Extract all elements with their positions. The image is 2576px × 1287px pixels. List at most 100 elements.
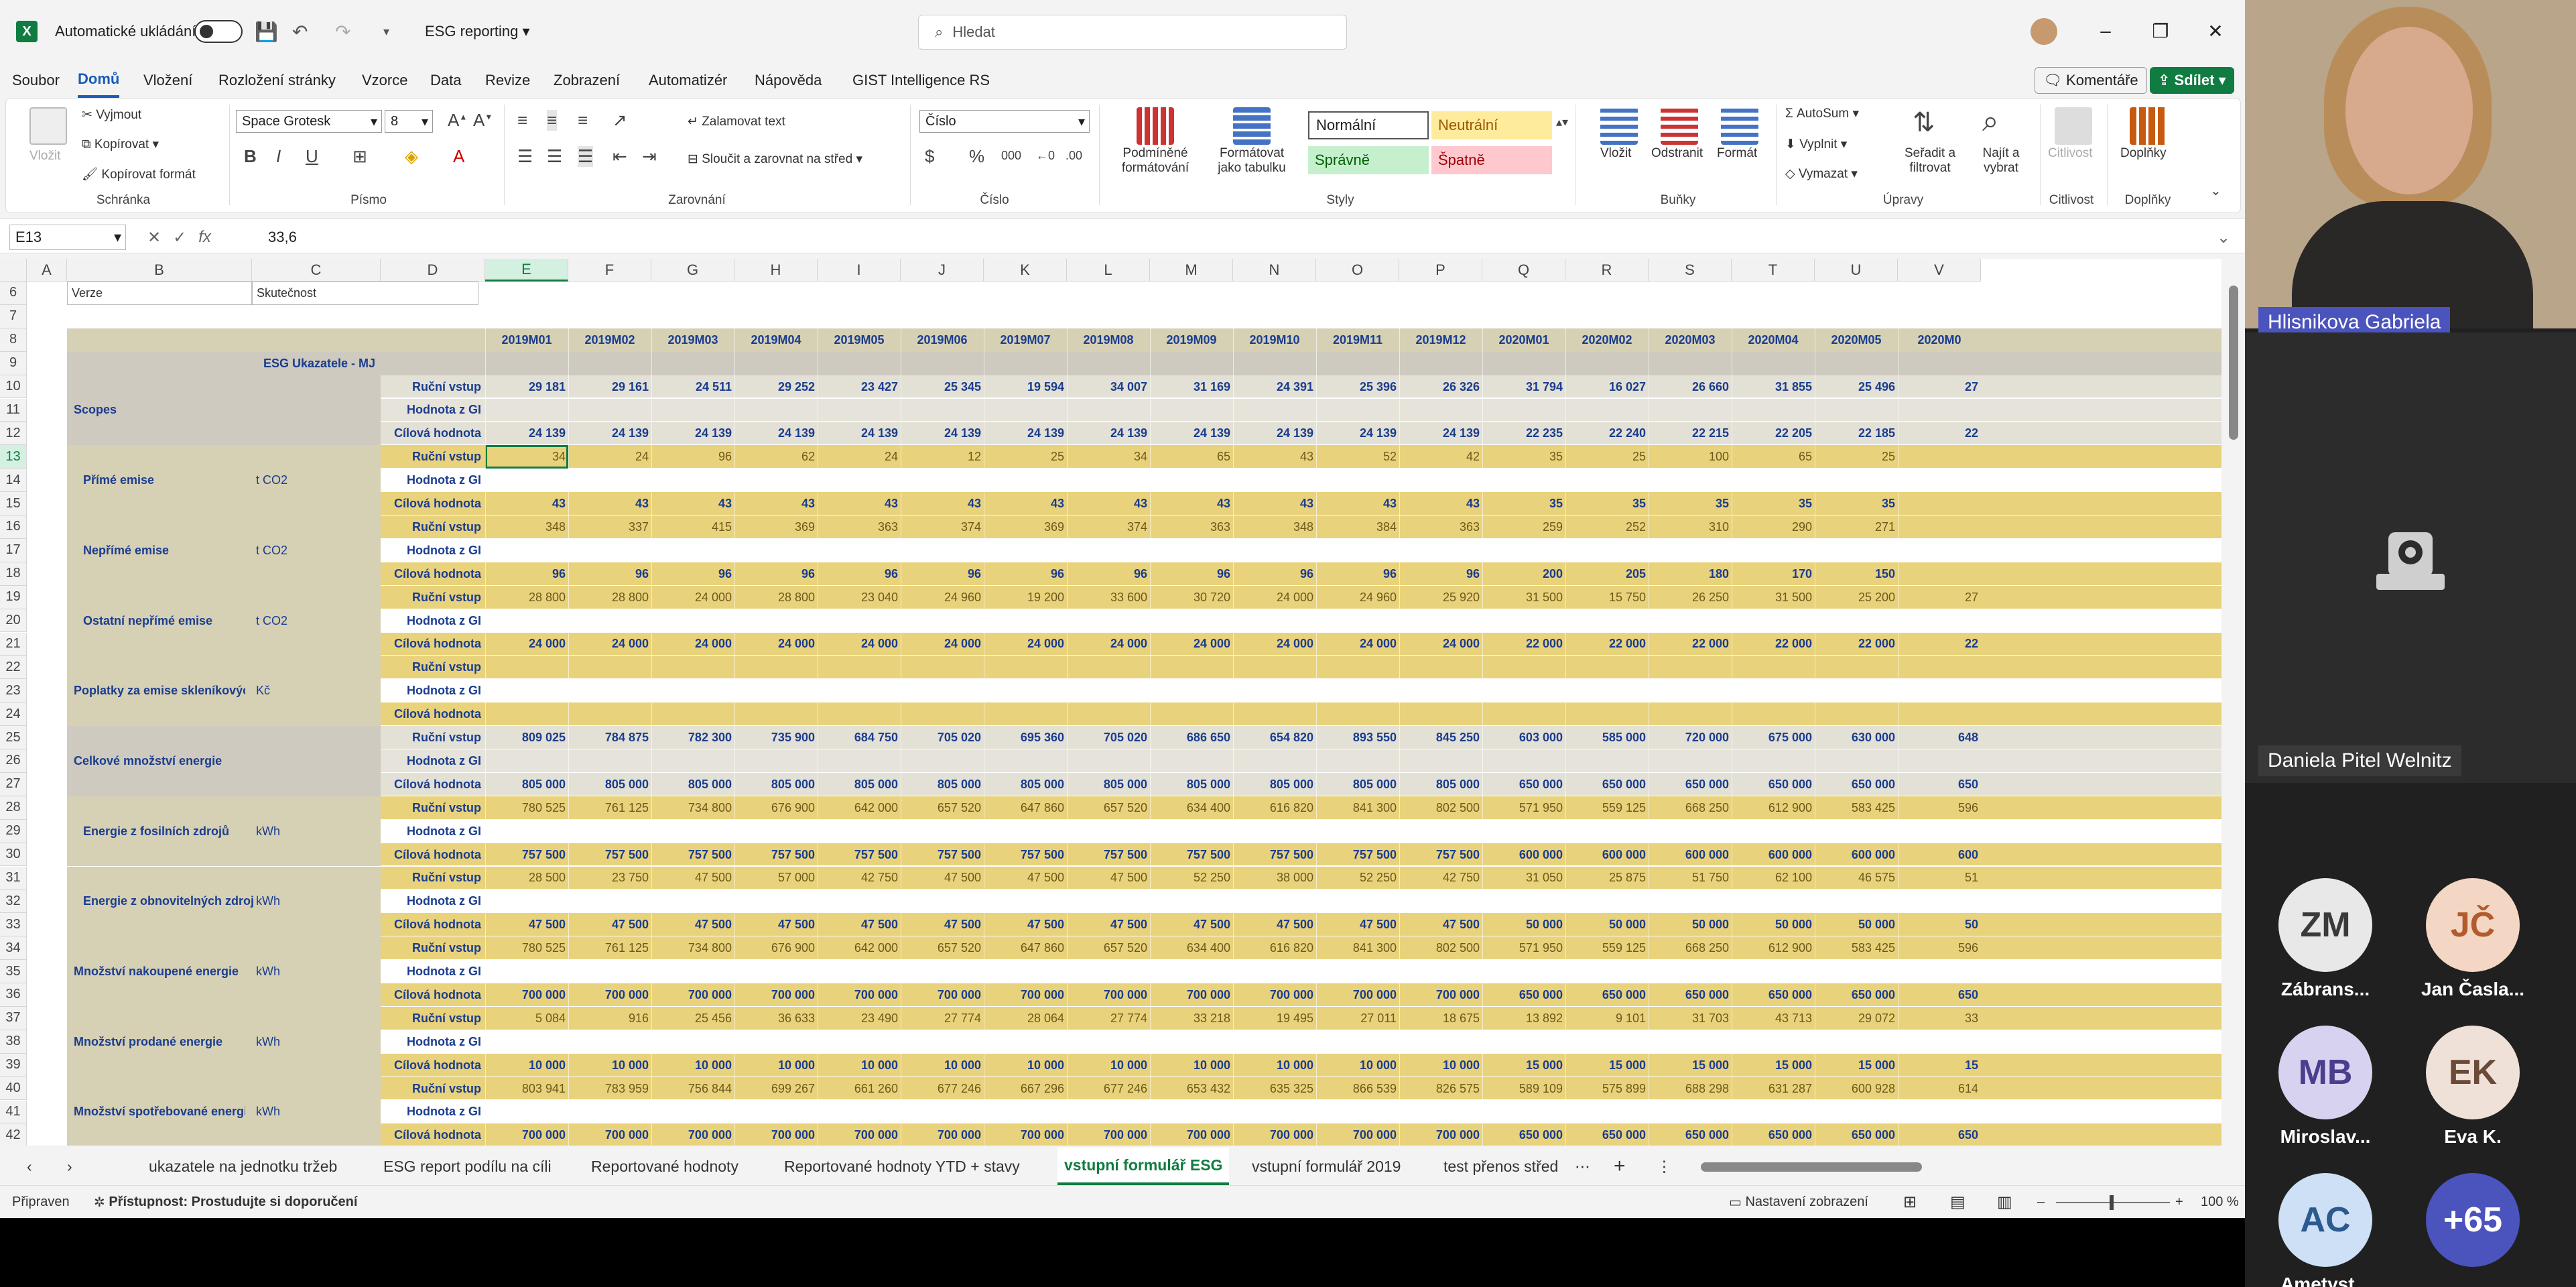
column-header[interactable]: D <box>381 259 485 282</box>
data-cell[interactable]: 16 027 <box>1565 375 1649 399</box>
cancel-icon[interactable]: ✕ <box>147 228 161 247</box>
data-cell[interactable]: 571 950 <box>1482 796 1565 820</box>
data-cell[interactable]: 700 000 <box>984 983 1067 1007</box>
column-header[interactable]: J <box>901 259 984 282</box>
data-cell[interactable]: 369 <box>984 515 1067 539</box>
column-header[interactable]: F <box>568 259 651 282</box>
data-cell[interactable]: 24 000 <box>1067 633 1150 656</box>
data-cell[interactable]: 22 000 <box>1732 633 1815 656</box>
style-normal[interactable]: Normální <box>1308 111 1429 139</box>
align-center-icon[interactable]: ☰ <box>547 146 562 167</box>
data-cell[interactable]: 47 500 <box>651 913 734 936</box>
styles-scroll-icon[interactable]: ▴▾ <box>1556 115 1568 129</box>
data-cell[interactable]: 200 <box>1482 562 1565 586</box>
style-neutral[interactable]: Neutrální <box>1431 111 1552 139</box>
data-cell[interactable]: 43 <box>651 492 734 515</box>
data-cell[interactable]: 22 000 <box>1815 633 1898 656</box>
data-cell[interactable]: 600 <box>1898 843 1981 867</box>
data-cell[interactable]: 684 750 <box>818 726 901 749</box>
column-header[interactable]: B <box>67 259 252 282</box>
data-cell[interactable]: 700 000 <box>734 1123 818 1146</box>
data-cell[interactable]: 25 200 <box>1815 586 1898 609</box>
data-cell[interactable]: 803 941 <box>485 1077 568 1101</box>
data-cell[interactable]: 826 575 <box>1399 1077 1482 1101</box>
decrease-font-icon[interactable]: A▼ <box>473 110 493 131</box>
data-cell[interactable]: 43 <box>1233 445 1316 469</box>
column-header[interactable]: V <box>1898 259 1981 282</box>
data-cell[interactable]: 35 <box>1649 492 1732 515</box>
data-cell[interactable]: 761 125 <box>568 796 651 820</box>
data-cell[interactable]: 25 496 <box>1815 375 1898 399</box>
data-cell[interactable]: 43 <box>1399 492 1482 515</box>
data-cell[interactable]: 96 <box>734 562 818 586</box>
data-cell[interactable]: 24 139 <box>1067 422 1150 445</box>
data-cell[interactable]: 12 <box>901 445 984 469</box>
data-cell[interactable]: 757 500 <box>1316 843 1399 867</box>
data-cell[interactable]: 47 500 <box>1233 913 1316 936</box>
data-cell[interactable]: 47 500 <box>734 913 818 936</box>
zoom-slider[interactable] <box>2056 1186 2170 1218</box>
menu-vlozeni[interactable]: Vložení <box>143 63 192 98</box>
data-cell[interactable]: 57 000 <box>734 867 818 890</box>
data-cell[interactable]: 34 007 <box>1067 375 1150 399</box>
data-cell[interactable]: 290 <box>1732 515 1815 539</box>
data-cell[interactable]: 22 185 <box>1815 422 1898 445</box>
data-cell[interactable]: 734 800 <box>651 796 734 820</box>
vertical-scroll-thumb[interactable] <box>2229 286 2238 440</box>
data-cell[interactable]: 24 139 <box>1399 422 1482 445</box>
data-cell[interactable]: 29 161 <box>568 375 651 399</box>
data-cell[interactable]: 36 633 <box>734 1007 818 1030</box>
data-cell[interactable]: 559 125 <box>1565 936 1649 960</box>
row-header[interactable]: 17 <box>0 538 27 562</box>
data-cell[interactable]: 648 <box>1898 726 1981 749</box>
align-top-icon[interactable]: ≡ <box>517 110 527 131</box>
data-cell[interactable]: 635 325 <box>1233 1077 1316 1101</box>
data-cell[interactable]: 600 928 <box>1815 1077 1898 1101</box>
spreadsheet-grid[interactable]: A B C D E F G H I J K L M N O P Q R S T U V 6 7 8 9 10 11 12 13 14 15 16… <box>0 259 2221 1146</box>
style-bad[interactable]: Špatně <box>1431 146 1552 174</box>
decrease-decimal-icon[interactable]: .00 <box>1066 149 1082 163</box>
row-header[interactable]: 31 <box>0 866 27 890</box>
data-cell[interactable]: 10 000 <box>485 1054 568 1077</box>
expand-formula-icon[interactable]: ⌄ <box>2217 225 2230 250</box>
data-cell[interactable]: 15 000 <box>1482 1054 1565 1077</box>
data-cell[interactable]: 10 000 <box>901 1054 984 1077</box>
sheet-tab-active[interactable]: vstupní formulář ESG <box>1057 1148 1230 1185</box>
data-cell[interactable]: 25 <box>1815 445 1898 469</box>
data-cell[interactable]: 10 000 <box>984 1054 1067 1077</box>
data-cell[interactable]: 616 820 <box>1233 796 1316 820</box>
data-cell[interactable]: 700 000 <box>485 1123 568 1146</box>
data-cell[interactable]: 22 000 <box>1482 633 1565 656</box>
data-cell[interactable]: 695 360 <box>984 726 1067 749</box>
data-cell[interactable]: 700 000 <box>1316 983 1399 1007</box>
data-cell[interactable]: 757 500 <box>818 843 901 867</box>
data-cell[interactable]: 22 205 <box>1732 422 1815 445</box>
data-cell[interactable]: 634 400 <box>1150 796 1233 820</box>
data-cell[interactable]: 761 125 <box>568 936 651 960</box>
increase-font-icon[interactable]: A▲ <box>448 110 467 131</box>
sheet-tab[interactable]: Reportované hodnoty YTD + stavy <box>784 1148 1020 1185</box>
data-cell[interactable]: 38 000 <box>1233 867 1316 890</box>
data-cell[interactable]: 631 287 <box>1732 1077 1815 1101</box>
data-cell[interactable]: 28 800 <box>568 586 651 609</box>
row-header[interactable]: 34 <box>0 936 27 961</box>
data-cell[interactable]: 783 959 <box>568 1077 651 1101</box>
column-header[interactable]: I <box>818 259 901 282</box>
data-cell[interactable]: 43 <box>1150 492 1233 515</box>
restore-icon[interactable]: ❐ <box>2140 13 2181 48</box>
participant-avatar[interactable]: AC <box>2278 1173 2372 1267</box>
data-cell[interactable]: 650 <box>1898 1123 1981 1146</box>
tab-scroll-right-icon[interactable]: › <box>67 1148 72 1185</box>
vertical-scrollbar[interactable] <box>2224 259 2245 1146</box>
menu-rozlozeni[interactable]: Rozložení stránky <box>218 63 336 98</box>
data-cell[interactable]: 585 000 <box>1565 726 1649 749</box>
page-layout-icon[interactable]: ▤ <box>1950 1186 1966 1218</box>
data-cell[interactable]: 35 <box>1732 492 1815 515</box>
data-cell[interactable]: 27 <box>1898 375 1981 399</box>
row-header[interactable]: 21 <box>0 632 27 656</box>
data-cell[interactable]: 616 820 <box>1233 936 1316 960</box>
data-cell[interactable]: 30 720 <box>1150 586 1233 609</box>
formula-input[interactable]: 33,6 <box>268 225 297 250</box>
data-cell[interactable]: 24 139 <box>818 422 901 445</box>
data-cell[interactable]: 374 <box>901 515 984 539</box>
